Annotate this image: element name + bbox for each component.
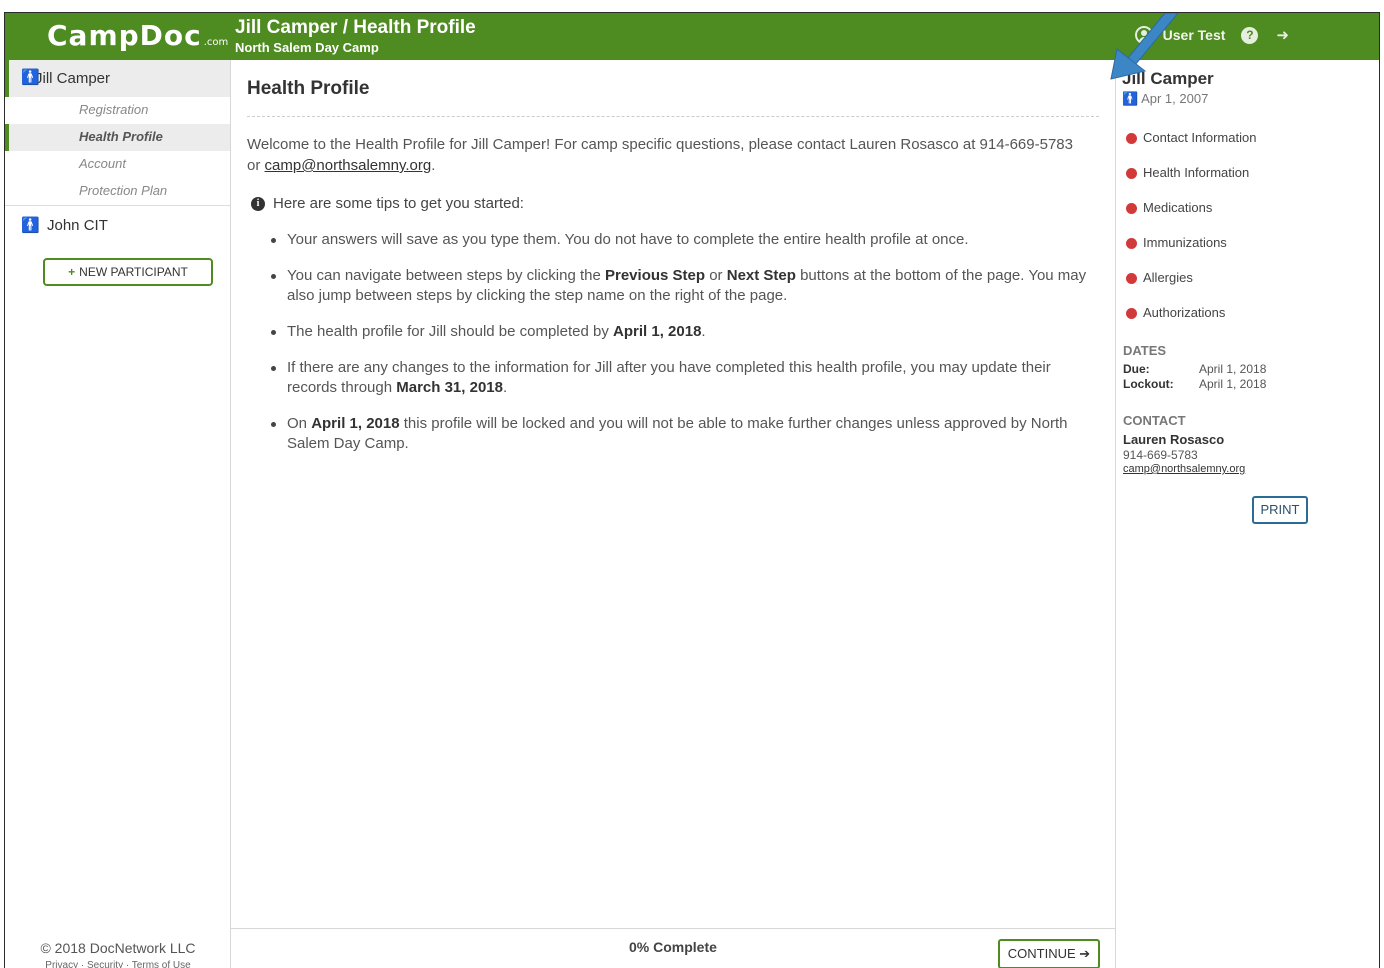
welcome-text: Welcome to the Health Profile for Jill C… (247, 136, 1073, 174)
step-label: Health Information (1143, 165, 1250, 180)
tip-text: You can navigate between steps by clicki… (287, 267, 601, 284)
contact-email-link[interactable]: camp@northsalemny.org (1123, 463, 1245, 475)
logo-suffix: .com (203, 37, 229, 48)
main-content: Health Profile Welcome to the Health Pro… (231, 60, 1115, 968)
title-divider (247, 116, 1099, 117)
tip-text: this profile will be locked and you will… (287, 415, 1068, 452)
sidebar-participant-jill[interactable]: 🚹 Jill Camper (5, 60, 230, 97)
contact-email: camp@northsalemny.org (1123, 463, 1245, 475)
step-contact-information[interactable]: Contact Information (1126, 130, 1256, 165)
step-label: Contact Information (1143, 130, 1257, 145)
continue-label: CONTINUE (1007, 946, 1076, 961)
tip-bold: Next Step (726, 267, 796, 284)
page-title: Health Profile (247, 78, 370, 99)
tips-heading-text: Here are some tips to get you started: (273, 195, 524, 212)
due-label: Due: (1123, 362, 1150, 376)
sign-out-icon[interactable]: ➜ (1276, 26, 1289, 44)
tips-list: Your answers will save as you type them.… (271, 230, 1097, 470)
step-label: Medications (1143, 200, 1213, 215)
dob-text: Apr 1, 2007 (1141, 91, 1209, 106)
participant-name: Jill Camper (1122, 69, 1214, 88)
continue-button[interactable]: CONTINUE ➔ (998, 939, 1100, 968)
participant-dob: 🚹 Apr 1, 2007 (1122, 91, 1208, 107)
campdoc-logo[interactable]: CampDoc .com (47, 19, 228, 52)
tip-bold: April 1, 2018 (613, 323, 702, 340)
lockout-label: Lockout: (1123, 377, 1174, 391)
dates-block: Due: April 1, 2018 Lockout: April 1, 2018 (1123, 362, 1266, 392)
progress-text: 0% Complete (629, 939, 717, 955)
camp-email-link[interactable]: camp@northsalemny.org (265, 157, 432, 174)
logo-text: CampDoc (47, 19, 202, 52)
step-list: Contact Information Health Information M… (1126, 130, 1256, 340)
status-dot (1126, 168, 1137, 179)
step-health-information[interactable]: Health Information (1126, 165, 1256, 200)
dates-heading: DATES (1123, 343, 1167, 358)
question-circle-icon[interactable]: ? (1241, 26, 1259, 44)
participant-name: Jill Camper (35, 70, 111, 87)
contact-heading: CONTACT (1123, 413, 1186, 428)
person-icon: 🚹 (21, 217, 40, 234)
new-participant-button[interactable]: + NEW PARTICIPANT (43, 258, 213, 286)
tip-item: The health profile for Jill should be co… (271, 322, 1097, 342)
user-name-link[interactable]: User Test (1163, 27, 1226, 43)
step-immunizations[interactable]: Immunizations (1126, 235, 1256, 270)
contact-phone: 914-669-5783 (1123, 448, 1198, 462)
step-medications[interactable]: Medications (1126, 200, 1256, 235)
plus-icon: + (68, 265, 76, 279)
tip-item: Your answers will save as you type them.… (271, 230, 1097, 250)
step-label: Allergies (1143, 270, 1193, 285)
tip-bold: Previous Step (605, 267, 706, 284)
user-circle-icon[interactable] (1134, 26, 1153, 44)
tip-item: If there are any changes to the informat… (271, 358, 1097, 398)
tips-heading: i Here are some tips to get you started: (251, 195, 524, 212)
top-bar: CampDoc .com Jill Camper / Health Profile… (5, 13, 1379, 60)
tip-text: The health profile for Jill should be co… (287, 323, 609, 340)
sidebar-item-account[interactable]: Account (5, 151, 230, 178)
lockout-value: April 1, 2018 (1199, 377, 1267, 391)
info-circle-icon: i (251, 196, 265, 211)
sidebar-item-health-profile[interactable]: Health Profile (5, 124, 230, 151)
tip-item: You can navigate between steps by clicki… (271, 266, 1097, 306)
step-label: Authorizations (1143, 305, 1226, 320)
sidebar-item-registration[interactable]: Registration (5, 97, 230, 124)
status-dot (1126, 238, 1137, 249)
step-authorizations[interactable]: Authorizations (1126, 305, 1256, 340)
step-allergies[interactable]: Allergies (1126, 270, 1256, 305)
status-dot (1126, 308, 1137, 319)
tip-text: or (709, 267, 723, 284)
user-menu: User Test ? ➜ (1134, 26, 1289, 44)
app-window: CampDoc .com Jill Camper / Health Profile… (4, 12, 1380, 968)
step-label: Immunizations (1143, 235, 1227, 250)
camp-name: North Salem Day Camp (235, 40, 379, 55)
status-dot (1126, 133, 1137, 144)
person-icon: 🚹 (21, 69, 40, 86)
status-dot (1126, 273, 1137, 284)
tip-bold: April 1, 2018 (311, 415, 400, 432)
tip-bold: March 31, 2018 (396, 379, 503, 396)
print-button[interactable]: PRINT (1252, 496, 1308, 524)
sidebar-item-protection-plan[interactable]: Protection Plan (5, 178, 230, 205)
arrow-right-icon: ➔ (1079, 946, 1091, 961)
participant-name: John CIT (47, 217, 108, 234)
new-participant-label: NEW PARTICIPANT (79, 265, 188, 279)
tip-text: Your answers will save as you type them.… (287, 231, 969, 248)
status-dot (1126, 203, 1137, 214)
footer-links[interactable]: Privacy · Security · Terms of Use (5, 960, 231, 968)
sidebar: 🚹 Jill Camper Registration Health Profil… (5, 60, 231, 968)
due-value: April 1, 2018 (1199, 362, 1267, 376)
profile-summary-panel: Jill Camper 🚹 Apr 1, 2007 Contact Inform… (1115, 60, 1379, 968)
tip-text: On (287, 415, 308, 432)
tip-item: On April 1, 2018 this profile will be lo… (271, 414, 1097, 454)
person-icon: 🚹 (1122, 91, 1139, 106)
copyright: © 2018 DocNetwork LLC (40, 940, 196, 956)
progress-footer: 0% Complete CONTINUE ➔ (231, 928, 1115, 968)
sidebar-participant-john[interactable]: 🚹 John CIT (5, 206, 230, 246)
page-header-title: Jill Camper / Health Profile (235, 17, 476, 38)
contact-name: Lauren Rosasco (1123, 432, 1225, 447)
